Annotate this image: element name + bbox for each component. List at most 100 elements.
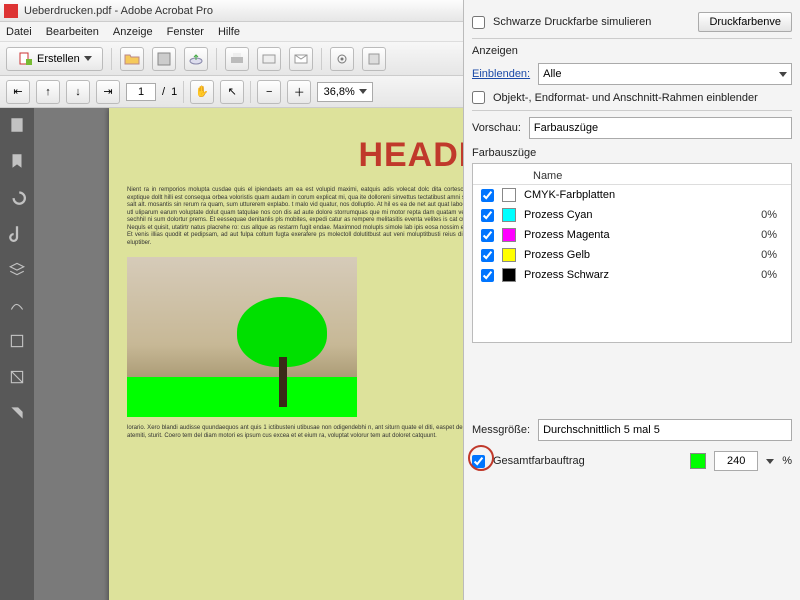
page-sep: /: [162, 86, 165, 98]
create-button[interactable]: Erstellen: [6, 47, 103, 71]
share-button[interactable]: [257, 47, 281, 71]
next-page-button[interactable]: ↓: [66, 80, 90, 104]
separator: [472, 110, 792, 111]
separator: [321, 48, 322, 70]
page-number-input[interactable]: [126, 83, 156, 101]
plate-name: Prozess Cyan: [524, 209, 592, 221]
show-section-title: Anzeigen: [472, 45, 792, 57]
arrow-up-icon: ↑: [45, 86, 51, 98]
plate-name: CMYK-Farbplatten: [524, 189, 615, 201]
output-preview-panel: Schwarze Druckfarbe simulieren Druckfarb…: [463, 0, 800, 600]
document-image: [127, 257, 357, 417]
zoom-value: 36,8%: [324, 86, 355, 98]
layers-icon[interactable]: [8, 260, 26, 278]
plate-name: Prozess Gelb: [524, 249, 590, 261]
plate-checkbox[interactable]: [481, 229, 494, 242]
chevron-left-icon: ⇤: [13, 85, 22, 98]
settings-button[interactable]: [330, 47, 354, 71]
plate-swatch: [502, 248, 516, 262]
destinations-icon[interactable]: [8, 368, 26, 386]
plate-checkbox[interactable]: [481, 209, 494, 222]
chevron-down-icon[interactable]: [766, 459, 774, 464]
window-title: Ueberdrucken.pdf - Adobe Acrobat Pro: [24, 5, 213, 17]
plate-row-yellow[interactable]: Prozess Gelb 0%: [473, 245, 791, 265]
plate-swatch: [502, 208, 516, 222]
plate-row-magenta[interactable]: Prozess Magenta 0%: [473, 225, 791, 245]
articles-icon[interactable]: [8, 332, 26, 350]
thumbnails-icon[interactable]: [8, 116, 26, 134]
window-titlebar: Ueberdrucken.pdf - Adobe Acrobat Pro: [0, 0, 463, 22]
zoom-field[interactable]: 36,8%: [317, 82, 373, 102]
last-page-button[interactable]: ⇥: [96, 80, 120, 104]
signatures-icon[interactable]: [8, 296, 26, 314]
navigation-toolbar: ⇤ ↑ ↓ ⇥ / 1 ✋ ↖ − ＋ 36,8%: [0, 76, 463, 108]
frames-label: Objekt-, Endformat- und Anschnitt-Rahmen…: [493, 92, 758, 104]
percent-sign: %: [782, 455, 792, 467]
tree-graphic: [237, 297, 327, 407]
print-button[interactable]: [225, 47, 249, 71]
simulate-black-label: Schwarze Druckfarbe simulieren: [493, 16, 651, 28]
warning-color-swatch[interactable]: [690, 453, 706, 469]
chevron-down-icon: [779, 72, 787, 77]
document-body-text: Nient ra in remporios molupta cusdae qui…: [127, 187, 463, 247]
separator: [472, 38, 792, 39]
envelope-icon: [293, 51, 309, 67]
email-button[interactable]: [289, 47, 313, 71]
attachments-icon[interactable]: [8, 224, 26, 242]
plate-swatch: [502, 268, 516, 282]
chevron-down-icon: [84, 56, 92, 61]
show-label[interactable]: Einblenden:: [472, 68, 530, 80]
zoom-out-button[interactable]: −: [257, 80, 281, 104]
menu-edit[interactable]: Bearbeiten: [46, 26, 99, 38]
create-label: Erstellen: [37, 53, 80, 65]
undo-icon[interactable]: [8, 188, 26, 206]
folder-open-icon: [124, 51, 140, 67]
chevron-right-icon: ⇥: [103, 85, 112, 98]
save-button[interactable]: [152, 47, 176, 71]
menu-help[interactable]: Hilfe: [218, 26, 240, 38]
preview-label: Vorschau:: [472, 122, 521, 134]
annotation-circle: [468, 445, 494, 471]
document-viewport[interactable]: HEADLI Nient ra in remporios molupta cus…: [34, 108, 463, 600]
simulate-black-checkbox[interactable]: [472, 16, 485, 29]
list-header: Name: [473, 168, 791, 185]
open-button[interactable]: [120, 47, 144, 71]
show-dropdown[interactable]: Alle: [538, 63, 792, 85]
hand-icon: ✋: [195, 85, 209, 98]
cloud-button[interactable]: [184, 47, 208, 71]
zoom-in-button[interactable]: ＋: [287, 80, 311, 104]
page-total: 1: [171, 86, 177, 98]
tools-button[interactable]: [362, 47, 386, 71]
measure-label: Messgröße:: [472, 424, 530, 436]
plate-row-cyan[interactable]: Prozess Cyan 0%: [473, 205, 791, 225]
name-column-header: Name: [533, 170, 562, 182]
plate-checkbox[interactable]: [481, 189, 494, 202]
plate-swatch: [502, 188, 516, 202]
menu-file[interactable]: Datei: [6, 26, 32, 38]
document-plus-icon: [17, 51, 33, 67]
measure-value: Durchschnittlich 5 mal 5: [543, 424, 660, 436]
plate-pct: 0%: [761, 269, 783, 281]
menu-window[interactable]: Fenster: [167, 26, 204, 38]
first-page-button[interactable]: ⇤: [6, 80, 30, 104]
plate-row-black[interactable]: Prozess Schwarz 0%: [473, 265, 791, 285]
plate-row-cmyk[interactable]: CMYK-Farbplatten: [473, 185, 791, 205]
show-value: Alle: [543, 68, 561, 80]
hand-tool-button[interactable]: ✋: [190, 80, 214, 104]
plate-checkbox[interactable]: [481, 269, 494, 282]
total-ink-label: Gesamtfarbauftrag: [493, 455, 585, 467]
ink-manager-button[interactable]: Druckfarbenve: [698, 12, 792, 32]
select-tool-button[interactable]: ↖: [220, 80, 244, 104]
total-ink-value-field[interactable]: 240: [714, 451, 758, 471]
preview-dropdown[interactable]: Farbauszüge: [529, 117, 792, 139]
cursor-icon: ↖: [228, 85, 237, 98]
menu-view[interactable]: Anzeige: [113, 26, 153, 38]
plus-icon: ＋: [294, 84, 305, 100]
tags-icon[interactable]: [8, 404, 26, 422]
prev-page-button[interactable]: ↑: [36, 80, 60, 104]
plate-pct: 0%: [761, 249, 783, 261]
measure-dropdown[interactable]: Durchschnittlich 5 mal 5: [538, 419, 792, 441]
bookmarks-icon[interactable]: [8, 152, 26, 170]
plate-checkbox[interactable]: [481, 249, 494, 262]
frames-checkbox[interactable]: [472, 91, 485, 104]
